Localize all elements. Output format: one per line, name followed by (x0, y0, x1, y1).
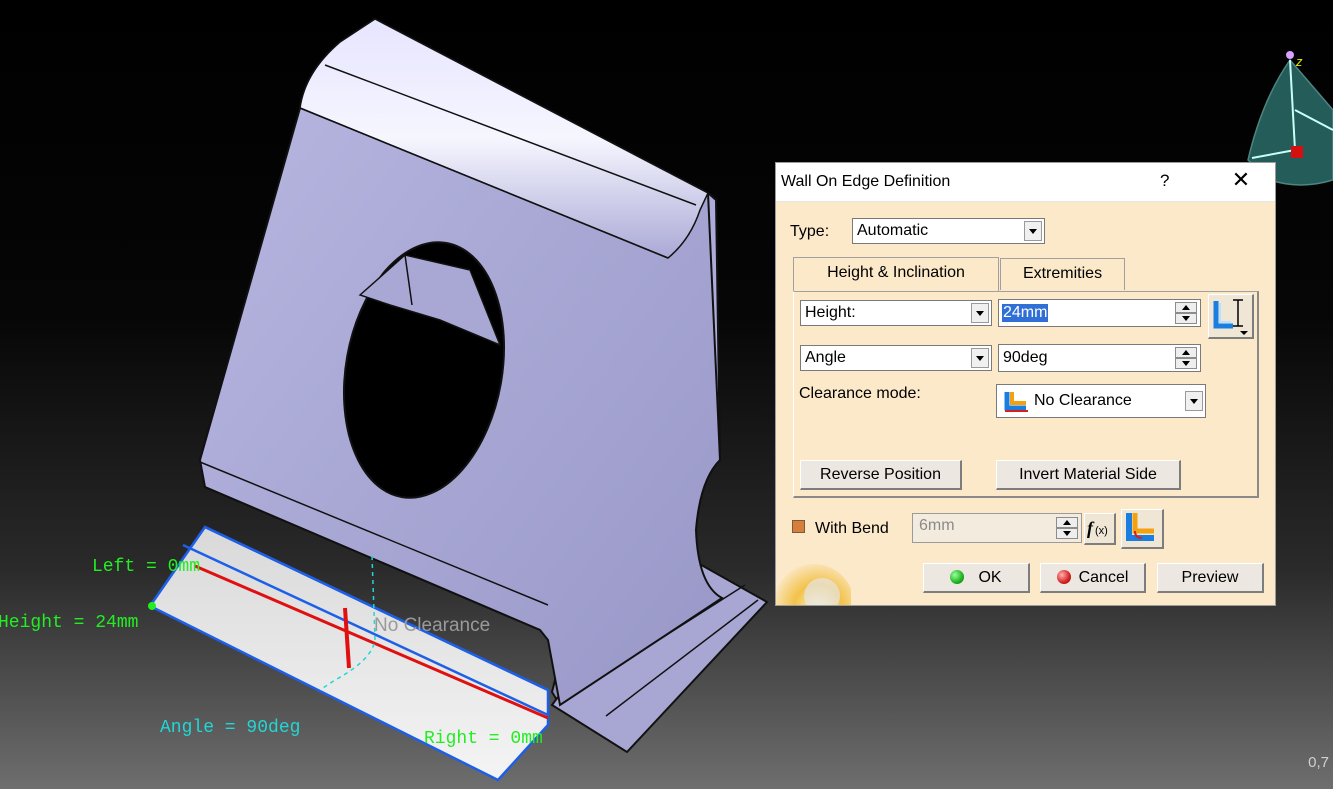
bend-radius-value: 6mm (919, 517, 955, 534)
inclination-mode-select[interactable]: Angle (800, 345, 992, 371)
clearance-mode-label: Clearance mode: (799, 385, 921, 402)
close-button[interactable]: ✕ (1229, 167, 1253, 195)
clearance-mode-select[interactable]: No Clearance (996, 384, 1206, 418)
chevron-down-icon[interactable] (971, 348, 989, 368)
chevron-down-icon[interactable] (971, 303, 989, 323)
angle-annotation[interactable]: Angle = 90deg (160, 718, 300, 738)
ok-button[interactable]: OK (923, 563, 1030, 593)
stepper-up-icon (1175, 347, 1197, 358)
dialog-title: Wall On Edge Definition (781, 173, 951, 190)
angle-value: 90deg (1003, 349, 1048, 366)
type-select[interactable]: Automatic (852, 218, 1045, 244)
height-value: 24mm (1002, 304, 1049, 322)
stepper-up-icon (1175, 302, 1197, 313)
dialog-titlebar[interactable]: Wall On Edge Definition ? ✕ (776, 163, 1275, 202)
ok-icon (950, 570, 965, 584)
cancel-icon (1056, 570, 1071, 584)
height-annotation[interactable]: Height = 24mm (0, 613, 138, 633)
tab-height-inclination[interactable]: Height & Inclination (793, 257, 999, 291)
with-bend-checkbox[interactable] (792, 520, 805, 533)
inclination-mode-value: Angle (805, 349, 846, 366)
bend-radius-field[interactable]: 6mm (912, 513, 1082, 543)
left-offset-annotation[interactable]: Left = 0mm (92, 557, 200, 577)
reverse-position-button[interactable]: Reverse Position (800, 460, 962, 490)
planet-decoration (776, 556, 854, 605)
formula-icon: f (x) (1087, 518, 1108, 538)
preview-button[interactable]: Preview (1157, 563, 1264, 593)
height-stepper[interactable] (1175, 302, 1197, 324)
ok-label: OK (978, 569, 1002, 586)
height-field[interactable]: 24mm (998, 299, 1201, 327)
clearance-mode-value: No Clearance (1034, 392, 1132, 409)
chevron-down-icon[interactable] (1024, 221, 1042, 241)
cancel-label: Cancel (1078, 569, 1129, 586)
height-reference-button[interactable] (1208, 294, 1254, 339)
scale-readout: 0,7 (1308, 754, 1329, 771)
wall-on-edge-dialog: Wall On Edge Definition ? ✕ Type: Automa… (776, 163, 1275, 605)
svg-text:(x): (x) (1095, 525, 1108, 537)
svg-text:f: f (1087, 518, 1095, 538)
bend-parameters-icon (1126, 513, 1154, 541)
stepper-down-icon (1175, 313, 1197, 324)
right-offset-annotation[interactable]: Right = 0mm (424, 729, 543, 749)
help-button[interactable]: ? (1160, 171, 1169, 191)
type-select-value: Automatic (857, 222, 929, 239)
height-mode-select[interactable]: Height: (800, 300, 992, 326)
bend-parameters-button[interactable] (1121, 509, 1164, 549)
tab-extremities[interactable]: Extremities (1000, 258, 1125, 290)
formula-button[interactable]: f (x) (1084, 513, 1116, 545)
stepper-down-icon (1175, 358, 1197, 369)
compass-axis-label: z (1296, 54, 1303, 69)
invert-material-side-button[interactable]: Invert Material Side (996, 460, 1181, 490)
cancel-button[interactable]: Cancel (1040, 563, 1146, 593)
height-mode-value: Height: (805, 304, 856, 321)
with-bend-label: With Bend (815, 520, 889, 537)
stepper-down-icon (1056, 528, 1078, 539)
angle-stepper[interactable] (1175, 347, 1197, 369)
chevron-down-icon[interactable] (1185, 391, 1203, 411)
angle-field[interactable]: 90deg (998, 344, 1201, 372)
type-label: Type: (790, 223, 830, 240)
bend-radius-stepper[interactable] (1056, 517, 1078, 539)
clearance-annotation: No Clearance (374, 615, 491, 636)
no-clearance-icon (1004, 392, 1028, 412)
height-reference-icon (1213, 299, 1248, 335)
stepper-up-icon (1056, 517, 1078, 528)
